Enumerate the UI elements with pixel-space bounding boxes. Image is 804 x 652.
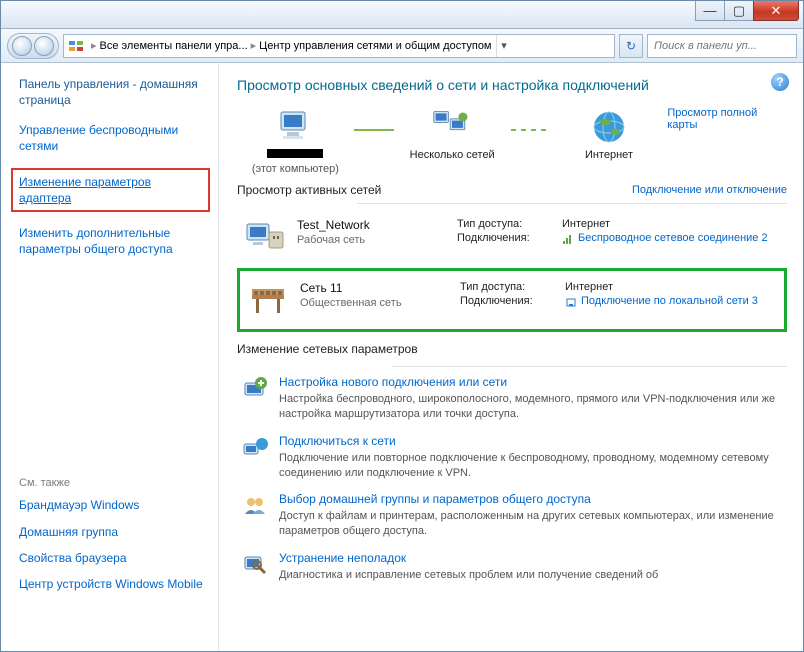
task-link[interactable]: Выбор домашней группы и параметров общег… [279, 492, 787, 506]
map-connector [511, 129, 551, 131]
connection-link[interactable]: Беспроводное сетевое соединение 2 [562, 232, 768, 245]
see-also-homegroup[interactable]: Домашняя группа [19, 524, 206, 540]
connection-link[interactable]: Подключение по локальной сети 3 [565, 295, 758, 308]
nav-back-forward[interactable] [7, 33, 59, 59]
back-button[interactable] [12, 36, 32, 56]
task-desc: Диагностика и исправление сетевых пробле… [279, 568, 787, 583]
breadcrumb-dropdown[interactable]: ▾ [496, 35, 512, 57]
see-also-heading: См. также [19, 477, 206, 489]
control-panel-icon [68, 38, 84, 54]
sidebar-heading[interactable]: Панель управления - домашняя страница [19, 77, 206, 108]
network-row-work: Test_Network Рабочая сеть Тип доступа: И… [237, 212, 787, 266]
network-row-public: Сеть 11 Общественная сеть Тип доступа: И… [237, 268, 787, 332]
network-map: (этот компьютер) Несколько сетей Интерне… [237, 107, 787, 175]
troubleshoot-icon [241, 551, 269, 579]
task-connect-network: Подключиться к сети Подключение или повт… [237, 434, 787, 481]
map-this-pc[interactable]: (этот компьютер) [237, 107, 354, 175]
wireless-signal-icon [562, 233, 574, 245]
divider [357, 203, 787, 204]
pc-name-redacted [267, 149, 323, 158]
change-settings-heading: Изменение сетевых параметров [237, 342, 787, 356]
connect-disconnect-link[interactable]: Подключение или отключение [632, 184, 787, 196]
work-network-icon [243, 218, 287, 256]
see-also-browser[interactable]: Свойства браузера [19, 550, 206, 566]
see-also-firewall[interactable]: Брандмауэр Windows [19, 497, 206, 513]
forward-button[interactable] [34, 36, 54, 56]
breadcrumb[interactable]: ▸ Все элементы панели упра... ▸ Центр уп… [63, 34, 615, 58]
refresh-button[interactable]: ↻ [619, 34, 643, 58]
access-type-label: Тип доступа: [457, 218, 562, 230]
task-homegroup: Выбор домашней группы и параметров общег… [237, 492, 787, 539]
computer-icon [275, 107, 315, 147]
network-name[interactable]: Сеть 11 Общественная сеть [300, 281, 450, 319]
network-name[interactable]: Test_Network Рабочая сеть [297, 218, 447, 256]
access-type-label: Тип доступа: [460, 281, 565, 293]
ethernet-icon [565, 296, 577, 308]
network-type: Рабочая сеть [297, 234, 365, 246]
divider [392, 366, 787, 367]
map-this-pc-sub: (этот компьютер) [237, 163, 354, 175]
titlebar: — ▢ ✕ [1, 1, 803, 29]
sidebar: Панель управления - домашняя страница Уп… [1, 63, 219, 651]
active-networks-heading: Просмотр активных сетей [237, 183, 381, 197]
task-new-connection: Настройка нового подключения или сети На… [237, 375, 787, 422]
map-connector [354, 129, 394, 131]
crumb-network-center[interactable]: Центр управления сетями и общим доступом [259, 40, 491, 52]
help-icon[interactable]: ? [771, 73, 789, 91]
connections-label: Подключения: [460, 295, 565, 308]
map-internet-label: Интернет [551, 149, 668, 161]
task-desc: Доступ к файлам и принтерам, расположенн… [279, 509, 787, 539]
map-multiple-label: Несколько сетей [394, 149, 511, 161]
task-desc: Подключение или повторное подключение к … [279, 451, 787, 481]
map-internet[interactable]: Интернет [551, 107, 668, 161]
public-network-icon [246, 281, 290, 319]
networks-icon [432, 107, 472, 147]
access-type-value: Интернет [562, 218, 610, 230]
minimize-button[interactable]: — [695, 1, 725, 21]
sidebar-link-adapter[interactable]: Изменение параметров адаптера [11, 168, 210, 212]
view-full-map-link[interactable]: Просмотр полной карты [667, 107, 787, 131]
see-also-mobile[interactable]: Центр устройств Windows Mobile [19, 576, 206, 592]
task-link[interactable]: Настройка нового подключения или сети [279, 375, 787, 389]
main-content: ? Просмотр основных сведений о сети и на… [219, 63, 803, 651]
globe-icon [589, 107, 629, 147]
connect-icon [241, 434, 269, 462]
maximize-button[interactable]: ▢ [724, 1, 754, 21]
homegroup-icon [241, 492, 269, 520]
connections-label: Подключения: [457, 232, 562, 245]
map-multiple-networks[interactable]: Несколько сетей [394, 107, 511, 161]
crumb-all-items[interactable]: Все элементы панели упра... [100, 40, 248, 52]
task-link[interactable]: Устранение неполадок [279, 551, 787, 565]
sidebar-link-advanced-sharing[interactable]: Изменить дополнительные параметры общего… [19, 225, 206, 257]
search-input[interactable] [647, 34, 797, 58]
new-connection-icon [241, 375, 269, 403]
address-bar: ▸ Все элементы панели упра... ▸ Центр уп… [1, 29, 803, 63]
task-link[interactable]: Подключиться к сети [279, 434, 787, 448]
close-button[interactable]: ✕ [753, 1, 799, 21]
task-desc: Настройка беспроводного, широкополосного… [279, 392, 787, 422]
network-type: Общественная сеть [300, 297, 402, 309]
sidebar-link-wireless[interactable]: Управление беспроводными сетями [19, 122, 206, 154]
page-title: Просмотр основных сведений о сети и наст… [237, 77, 787, 93]
task-troubleshoot: Устранение неполадок Диагностика и испра… [237, 551, 787, 583]
access-type-value: Интернет [565, 281, 613, 293]
